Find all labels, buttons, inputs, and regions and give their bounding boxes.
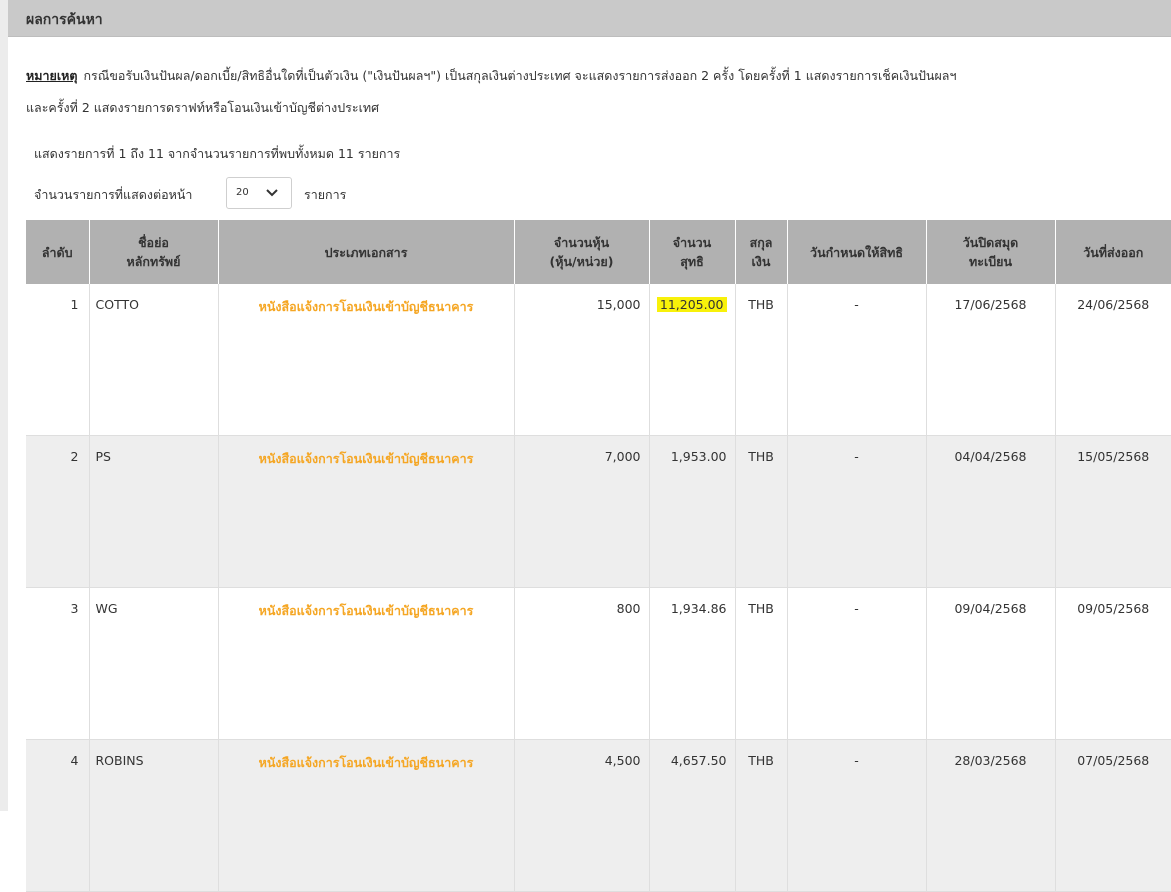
- document-link[interactable]: หนังสือแจ้งการโอนเงินเข้าบัญชีธนาคาร: [218, 739, 515, 892]
- share-count: 15,000: [514, 284, 650, 436]
- results-page: ผลการค้นหา หมายเหตุ กรณีขอรับเงินปันผล/ดอ…: [0, 0, 1171, 892]
- document-link[interactable]: หนังสือแจ้งการโอนเงินเข้าบัญชีธนาคาร: [218, 587, 515, 740]
- col-header-sent-date[interactable]: วันที่ส่งออก: [1055, 220, 1171, 284]
- page-size-suffix: รายการ: [304, 187, 347, 202]
- row-number: 1: [26, 284, 90, 436]
- book-closing-date: 09/04/2568: [926, 587, 1056, 740]
- rights-date: -: [787, 739, 927, 892]
- note-line-1: หมายเหตุ กรณีขอรับเงินปันผล/ดอกเบี้ย/สิทธ…: [26, 66, 956, 86]
- currency: THB: [735, 435, 788, 588]
- share-count: 4,500: [514, 739, 650, 892]
- results-summary: แสดงรายการที่ 1 ถึง 11 จากจำนวนรายการที่…: [34, 146, 401, 161]
- table-row: 4 ROBINS หนังสือแจ้งการโอนเงินเข้าบัญชีธ…: [26, 739, 1171, 892]
- table-header-row: ลำดับ ชื่อย่อ หลักทรัพย์ ประเภทเอกสาร จำน…: [26, 220, 1171, 284]
- col-header-symbol[interactable]: ชื่อย่อ หลักทรัพย์: [89, 220, 219, 284]
- row-number: 4: [26, 739, 90, 892]
- note-label: หมายเหตุ: [26, 68, 78, 83]
- sent-date: 15/05/2568: [1055, 435, 1171, 588]
- security-symbol: ROBINS: [89, 739, 219, 892]
- rights-date: -: [787, 435, 927, 588]
- results-table: ลำดับ ชื่อย่อ หลักทรัพย์ ประเภทเอกสาร จำน…: [26, 220, 1171, 892]
- chevron-down-icon: [266, 189, 278, 197]
- page-size-value: 20: [236, 187, 249, 198]
- col-header-shares[interactable]: จำนวนหุ้น (หุ้น/หน่วย): [514, 220, 650, 284]
- security-symbol: COTTO: [89, 284, 219, 436]
- results-title: ผลการค้นหา: [26, 12, 103, 28]
- table-row: 3 WG หนังสือแจ้งการโอนเงินเข้าบัญชีธนาคา…: [26, 587, 1171, 740]
- results-header: ผลการค้นหา: [8, 0, 1171, 37]
- rights-date: -: [787, 284, 927, 436]
- currency: THB: [735, 587, 788, 740]
- book-closing-date: 28/03/2568: [926, 739, 1056, 892]
- col-header-rights-date[interactable]: วันกำหนดให้สิทธิ: [787, 220, 927, 284]
- col-header-currency[interactable]: สกุล เงิน: [735, 220, 788, 284]
- net-amount: 1,953.00: [649, 435, 736, 588]
- net-amount: 4,657.50: [649, 739, 736, 892]
- document-link[interactable]: หนังสือแจ้งการโอนเงินเข้าบัญชีธนาคาร: [218, 284, 515, 436]
- share-count: 7,000: [514, 435, 650, 588]
- net-amount: 1,934.86: [649, 587, 736, 740]
- currency: THB: [735, 284, 788, 436]
- note-text-1: กรณีขอรับเงินปันผล/ดอกเบี้ย/สิทธิอื่นใดท…: [83, 68, 957, 83]
- document-link[interactable]: หนังสือแจ้งการโอนเงินเข้าบัญชีธนาคาร: [218, 435, 515, 588]
- col-header-book-closing[interactable]: วันปิดสมุด ทะเบียน: [926, 220, 1056, 284]
- net-amount: 11,205.00: [649, 284, 736, 436]
- col-header-no[interactable]: ลำดับ: [26, 220, 90, 284]
- book-closing-date: 17/06/2568: [926, 284, 1056, 436]
- page-size-label: จำนวนรายการที่แสดงต่อหน้า: [34, 187, 193, 202]
- row-number: 2: [26, 435, 90, 588]
- share-count: 800: [514, 587, 650, 740]
- col-header-net-amount[interactable]: จำนวน สุทธิ: [649, 220, 736, 284]
- highlighted-net-amount: 11,205.00: [656, 297, 727, 312]
- row-number: 3: [26, 587, 90, 740]
- book-closing-date: 04/04/2568: [926, 435, 1056, 588]
- left-border: [0, 0, 8, 811]
- table-row: 2 PS หนังสือแจ้งการโอนเงินเข้าบัญชีธนาคา…: [26, 435, 1171, 588]
- security-symbol: WG: [89, 587, 219, 740]
- sent-date: 09/05/2568: [1055, 587, 1171, 740]
- table-row: 1 COTTO หนังสือแจ้งการโอนเงินเข้าบัญชีธน…: [26, 284, 1171, 436]
- col-header-document-type[interactable]: ประเภทเอกสาร: [218, 220, 515, 284]
- page-size-select[interactable]: 20: [226, 177, 292, 209]
- note-line-2: และครั้งที่ 2 แสดงรายการดราฟท์หรือโอนเงิ…: [26, 98, 379, 118]
- sent-date: 07/05/2568: [1055, 739, 1171, 892]
- note-text-2: และครั้งที่ 2 แสดงรายการดราฟท์หรือโอนเงิ…: [26, 100, 380, 115]
- sent-date: 24/06/2568: [1055, 284, 1171, 436]
- rights-date: -: [787, 587, 927, 740]
- currency: THB: [735, 739, 788, 892]
- security-symbol: PS: [89, 435, 219, 588]
